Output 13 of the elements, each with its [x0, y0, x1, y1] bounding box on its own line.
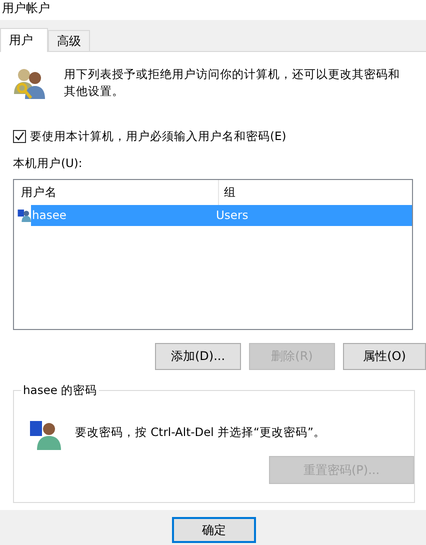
password-hint: 要改密码，按 Ctrl-Alt-Del 并选择“更改密码”。 — [75, 424, 326, 440]
intro-text: 用下列表授予或拒绝用户访问你的计算机，还可以更改其密码和其他设置。 — [64, 66, 401, 100]
users-key-icon — [13, 66, 47, 100]
users-label: 本机用户(U): — [13, 155, 84, 172]
dialog-button[interactable]: 添加(D)... — [155, 342, 241, 370]
tab[interactable]: 高级 — [48, 30, 90, 51]
window-title: 用户帐户 — [2, 1, 50, 15]
checkbox-label[interactable]: 要使用本计算机，用户必须输入用户名和密码(E) — [30, 128, 286, 146]
checkbox[interactable] — [13, 130, 26, 144]
ok-button[interactable]: 确定 — [172, 517, 256, 543]
dialog-button[interactable]: 属性(O) — [343, 342, 426, 370]
tab[interactable]: 用户 — [0, 28, 48, 52]
column-header[interactable]: 用户名 — [21, 180, 218, 204]
